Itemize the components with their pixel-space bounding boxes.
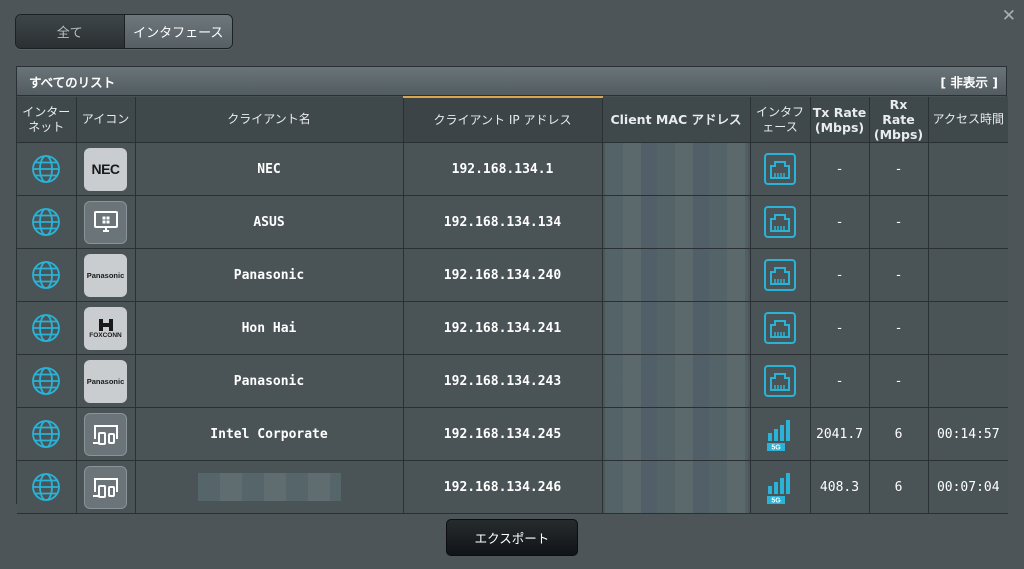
- client-name-redacted: [135, 460, 404, 514]
- tab-all[interactable]: 全て: [16, 15, 124, 48]
- client-mac-redacted: [602, 460, 751, 514]
- band-label: 5G: [771, 445, 781, 452]
- client-ip: 192.168.134.245: [403, 407, 603, 461]
- table-row[interactable]: Panasonic Panasonic 192.168.134.243 - -: [17, 354, 1008, 408]
- device-icon-cell: [76, 195, 136, 249]
- access-time: [928, 195, 1008, 249]
- col-client-mac[interactable]: Client MAC アドレス: [602, 97, 751, 143]
- table-row[interactable]: NEC NEC 192.168.134.1 - -: [17, 142, 1008, 196]
- client-mac-redacted: [602, 301, 751, 355]
- table-header-row: インターネット アイコン クライアント名 クライアント IP アドレス Clie…: [17, 96, 1008, 143]
- access-time: 00:07:04: [928, 460, 1008, 514]
- panasonic-logo-icon: Panasonic: [84, 253, 127, 297]
- internet-globe-icon[interactable]: [17, 142, 77, 196]
- internet-globe-icon[interactable]: [17, 301, 77, 355]
- foxconn-logo-icon: FOXCONN: [84, 306, 127, 350]
- client-ip: 192.168.134.246: [403, 460, 603, 514]
- col-interface[interactable]: インタフェース: [750, 97, 811, 143]
- client-table: インターネット アイコン クライアント名 クライアント IP アドレス Clie…: [17, 96, 1008, 514]
- col-access-time[interactable]: アクセス時間: [928, 97, 1008, 143]
- tx-rate: -: [810, 142, 870, 196]
- windows-pc-icon: [84, 200, 127, 244]
- wifi-5g-icon: 5G: [750, 407, 811, 461]
- col-client-ip[interactable]: クライアント IP アドレス: [403, 96, 603, 143]
- client-ip: 192.168.134.241: [403, 301, 603, 355]
- col-rx-rate[interactable]: Rx Rate (Mbps): [869, 97, 929, 143]
- panasonic-logo-icon: Panasonic: [84, 359, 127, 403]
- client-ip: 192.168.134.243: [403, 354, 603, 408]
- rx-rate: 6: [869, 407, 929, 461]
- client-name: ASUS: [135, 195, 404, 249]
- device-icon-cell: NEC: [76, 142, 136, 196]
- ethernet-icon: [750, 354, 811, 408]
- table-row[interactable]: FOXCONN Hon Hai 192.168.134.241 - -: [17, 301, 1008, 355]
- export-button[interactable]: エクスポート: [446, 519, 578, 556]
- client-ip: 192.168.134.1: [403, 142, 603, 196]
- client-mac-redacted: [602, 248, 751, 302]
- col-tx-rate[interactable]: Tx Rate (Mbps): [810, 97, 870, 143]
- tx-rate: -: [810, 301, 870, 355]
- internet-globe-icon[interactable]: [17, 460, 77, 514]
- client-ip: 192.168.134.240: [403, 248, 603, 302]
- table-row[interactable]: Intel Corporate 192.168.134.245 5G 2041.…: [17, 407, 1008, 461]
- tx-rate: 408.3: [810, 460, 870, 514]
- internet-globe-icon[interactable]: [17, 248, 77, 302]
- generic-device-icon: [84, 412, 127, 456]
- device-icon-cell: [76, 407, 136, 461]
- table-row[interactable]: 192.168.134.246 5G 408.3 6 00:07:04: [17, 460, 1008, 514]
- client-name: Panasonic: [135, 248, 404, 302]
- rx-rate: -: [869, 301, 929, 355]
- panel-header: すべてのリスト [ 非表示 ]: [17, 67, 1006, 96]
- table-row[interactable]: ASUS 192.168.134.134 - -: [17, 195, 1008, 249]
- band-label: 5G: [771, 498, 781, 505]
- tab-interface[interactable]: インタフェース: [123, 15, 232, 48]
- panel-title: すべてのリスト: [29, 74, 116, 90]
- hide-button[interactable]: [ 非表示 ]: [940, 72, 998, 91]
- tx-rate: -: [810, 354, 870, 408]
- col-client-name[interactable]: クライアント名: [135, 97, 404, 143]
- access-time: [928, 354, 1008, 408]
- client-ip: 192.168.134.134: [403, 195, 603, 249]
- client-name: NEC: [135, 142, 404, 196]
- device-icon-cell: [76, 460, 136, 514]
- ethernet-icon: [750, 248, 811, 302]
- rx-rate: -: [869, 195, 929, 249]
- internet-globe-icon[interactable]: [17, 354, 77, 408]
- client-mac-redacted: [602, 354, 751, 408]
- client-list-panel: すべてのリスト [ 非表示 ] インターネット アイコン クライアント名 クライ…: [16, 66, 1008, 514]
- tx-rate: 2041.7: [810, 407, 870, 461]
- access-time: [928, 142, 1008, 196]
- client-name: Hon Hai: [135, 301, 404, 355]
- table-row[interactable]: Panasonic Panasonic 192.168.134.240 - -: [17, 248, 1008, 302]
- ethernet-icon: [750, 142, 811, 196]
- ethernet-icon: [750, 301, 811, 355]
- col-internet[interactable]: インターネット: [17, 97, 77, 143]
- device-icon-cell: Panasonic: [76, 354, 136, 408]
- wifi-5g-icon: 5G: [750, 460, 811, 514]
- client-name: Intel Corporate: [135, 407, 404, 461]
- close-icon[interactable]: ✕: [1002, 6, 1016, 26]
- tx-rate: -: [810, 248, 870, 302]
- client-name: Panasonic: [135, 354, 404, 408]
- access-time: [928, 301, 1008, 355]
- client-mac-redacted: [602, 407, 751, 461]
- device-icon-cell: FOXCONN: [76, 301, 136, 355]
- client-mac-redacted: [602, 195, 751, 249]
- access-time: [928, 248, 1008, 302]
- client-mac-redacted: [602, 142, 751, 196]
- access-time: 00:14:57: [928, 407, 1008, 461]
- rx-rate: -: [869, 248, 929, 302]
- internet-globe-icon[interactable]: [17, 195, 77, 249]
- tx-rate: -: [810, 195, 870, 249]
- col-icon[interactable]: アイコン: [76, 97, 136, 143]
- rx-rate: -: [869, 142, 929, 196]
- rx-rate: -: [869, 354, 929, 408]
- ethernet-icon: [750, 195, 811, 249]
- generic-device-icon: [84, 465, 127, 509]
- rx-rate: 6: [869, 460, 929, 514]
- view-tabs: 全て インタフェース: [15, 14, 233, 49]
- internet-globe-icon[interactable]: [17, 407, 77, 461]
- device-icon-cell: Panasonic: [76, 248, 136, 302]
- nec-logo-icon: NEC: [84, 147, 127, 191]
